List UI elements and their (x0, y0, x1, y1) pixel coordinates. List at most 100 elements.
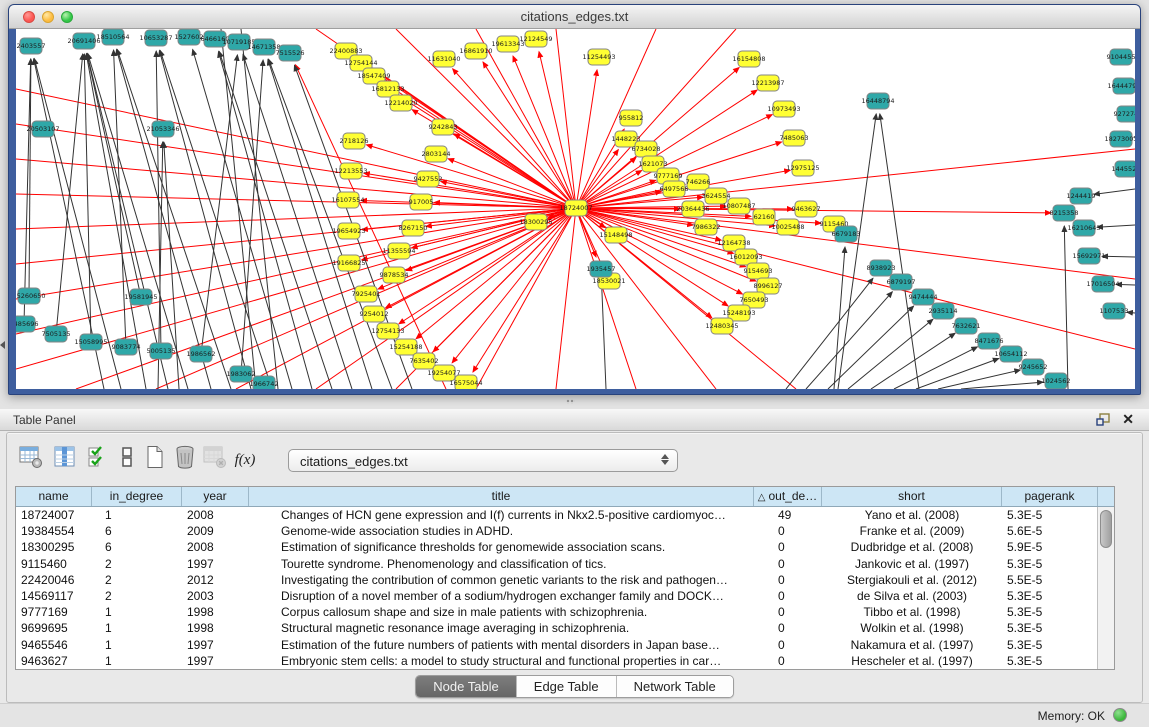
delete-table-button[interactable] (201, 443, 229, 471)
graph-edge[interactable] (848, 319, 933, 389)
column-header-title[interactable]: title (249, 487, 754, 506)
table-cell[interactable]: Wolkin et al. (1998) (822, 620, 1002, 636)
table-cell[interactable]: Tibbo et al. (1998) (822, 604, 1002, 620)
table-row[interactable]: 1456911722003Disruption of a novel membe… (16, 588, 1097, 604)
graph-node[interactable]: 16107554 (331, 192, 364, 208)
table-cell[interactable]: 5.3E-5 (1002, 604, 1097, 620)
table-cell[interactable]: 9699695 (16, 620, 92, 636)
graph-node[interactable]: 9474444 (909, 289, 938, 305)
graph-edge[interactable] (201, 55, 237, 354)
graph-node[interactable]: 16448794 (861, 93, 894, 109)
graph-node[interactable]: 917005 (409, 194, 434, 210)
table-cell[interactable]: 19384554 (16, 523, 92, 539)
table-cell[interactable]: 0 (754, 539, 822, 555)
table-cell[interactable]: 6 (92, 539, 182, 555)
table-cell[interactable]: 9777169 (16, 604, 92, 620)
graph-node[interactable]: 9427552 (414, 171, 443, 187)
graph-node[interactable]: 2718126 (340, 133, 369, 149)
close-panel-icon[interactable]: ✕ (1122, 412, 1134, 426)
graph-node[interactable]: 2935114 (929, 303, 958, 319)
row-height-button[interactable] (113, 443, 141, 471)
table-cell[interactable]: Embryonic stem cells: a model to study s… (249, 653, 754, 669)
graph-node[interactable]: 8215358 (1050, 205, 1079, 221)
graph-node[interactable]: 8267150 (399, 220, 428, 236)
graph-node[interactable]: 10653287 (139, 30, 172, 46)
table-cell[interactable]: 9463627 (16, 653, 92, 669)
graph-node[interactable]: 1966742 (250, 376, 279, 389)
graph-node[interactable]: 12213987 (751, 75, 784, 91)
graph-edge[interactable] (16, 208, 576, 334)
table-cell[interactable]: 14569117 (16, 588, 92, 604)
graph-node[interactable]: 16154808 (732, 51, 765, 67)
table-cell[interactable]: 5.9E-5 (1002, 539, 1097, 555)
graph-edge[interactable] (1064, 226, 1068, 389)
table-cell[interactable]: 2008 (182, 507, 249, 523)
table-cell[interactable]: 0 (754, 556, 822, 572)
table-row[interactable]: 1938455462009Genome-wide association stu… (16, 523, 1097, 539)
column-header-name[interactable]: name (16, 487, 92, 506)
graph-node[interactable]: 12213553 (334, 163, 367, 179)
table-cell[interactable]: Nakamura et al. (1997) (822, 637, 1002, 653)
graph-node[interactable]: 6497568 (660, 181, 689, 197)
table-cell[interactable]: 5.3E-5 (1002, 637, 1097, 653)
table-cell[interactable]: 2 (92, 572, 182, 588)
column-header-year[interactable]: year (182, 487, 249, 506)
table-row[interactable]: 2242004622012Investigating the contribut… (16, 572, 1097, 588)
table-cell[interactable]: 2012 (182, 572, 249, 588)
table-cell[interactable]: 0 (754, 588, 822, 604)
graph-edge[interactable] (364, 173, 576, 208)
table-cell[interactable]: 1998 (182, 620, 249, 636)
delete-column-button[interactable] (171, 443, 199, 471)
graph-node[interactable]: 1024562 (1042, 373, 1071, 389)
function-builder-button[interactable]: f(x) (231, 446, 259, 474)
graph-edge[interactable] (476, 29, 576, 208)
table-cell[interactable]: 5.3E-5 (1002, 556, 1097, 572)
graph-edge[interactable] (576, 208, 716, 389)
table-cell[interactable]: 5.3E-5 (1002, 507, 1097, 523)
column-header-in_degree[interactable]: in_degree (92, 487, 182, 506)
graph-node[interactable]: 12754133 (371, 323, 404, 339)
graph-node[interactable]: 1107533 (1100, 303, 1129, 319)
graph-node[interactable]: 17016504 (1086, 276, 1119, 292)
scrollbar-thumb[interactable] (1100, 510, 1112, 548)
table-cell[interactable]: 5.3E-5 (1002, 588, 1097, 604)
table-row[interactable]: 969969511998Structural magnetic resonanc… (16, 620, 1097, 636)
column-header-out_de[interactable]: △out_de… (754, 487, 822, 506)
graph-node[interactable]: 955812 (619, 110, 644, 126)
table-cell[interactable]: Disruption of a novel member of a sodium… (249, 588, 754, 604)
graph-edge[interactable] (1102, 256, 1135, 257)
graph-node[interactable]: 2403557 (17, 38, 46, 54)
graph-node[interactable]: 15692971 (1072, 248, 1105, 264)
graph-edge[interactable] (116, 50, 211, 389)
table-cell[interactable]: 9465546 (16, 637, 92, 653)
network-graph[interactable]: 1872400718300295271812612213553161075541… (16, 29, 1135, 389)
table-cell[interactable]: 5.6E-5 (1002, 523, 1097, 539)
graph-edge[interactable] (269, 59, 392, 389)
graph-edge[interactable] (786, 278, 873, 389)
table-cell[interactable]: 1 (92, 507, 182, 523)
graph-node[interactable]: 7485063 (780, 130, 809, 146)
graph-edge[interactable] (117, 49, 231, 389)
graph-node[interactable]: 746266 (686, 174, 711, 190)
table-cell[interactable]: 1997 (182, 637, 249, 653)
table-cell[interactable]: 1997 (182, 653, 249, 669)
graph-edge[interactable] (576, 150, 618, 208)
table-mode-button[interactable] (17, 443, 45, 471)
graph-node[interactable]: 16210643 (1067, 220, 1100, 236)
network-canvas[interactable]: 1872400718300295271812612213553161075541… (16, 29, 1135, 389)
table-cell[interactable]: 1997 (182, 556, 249, 572)
show-columns-button[interactable] (51, 443, 79, 471)
graph-node[interactable]: 7515526 (276, 45, 305, 61)
graph-node[interactable]: 9083774 (112, 339, 141, 355)
table-cell[interactable]: 5.3E-5 (1002, 653, 1097, 669)
table-cell[interactable]: Tourette syndrome. Phenomenology and cla… (249, 556, 754, 572)
graph-edge[interactable] (433, 208, 576, 352)
table-selector-dropdown[interactable]: citations_edges.txt (288, 449, 678, 472)
graph-edge[interactable] (56, 54, 83, 334)
graph-node[interactable]: 16444794 (1107, 78, 1135, 94)
graph-node[interactable]: 10973493 (767, 101, 800, 117)
table-cell[interactable]: 1 (92, 653, 182, 669)
graph-node[interactable]: 9104455 (1107, 49, 1135, 65)
table-cell[interactable]: 5.3E-5 (1002, 620, 1097, 636)
graph-node[interactable]: 1445529 (1112, 161, 1135, 177)
